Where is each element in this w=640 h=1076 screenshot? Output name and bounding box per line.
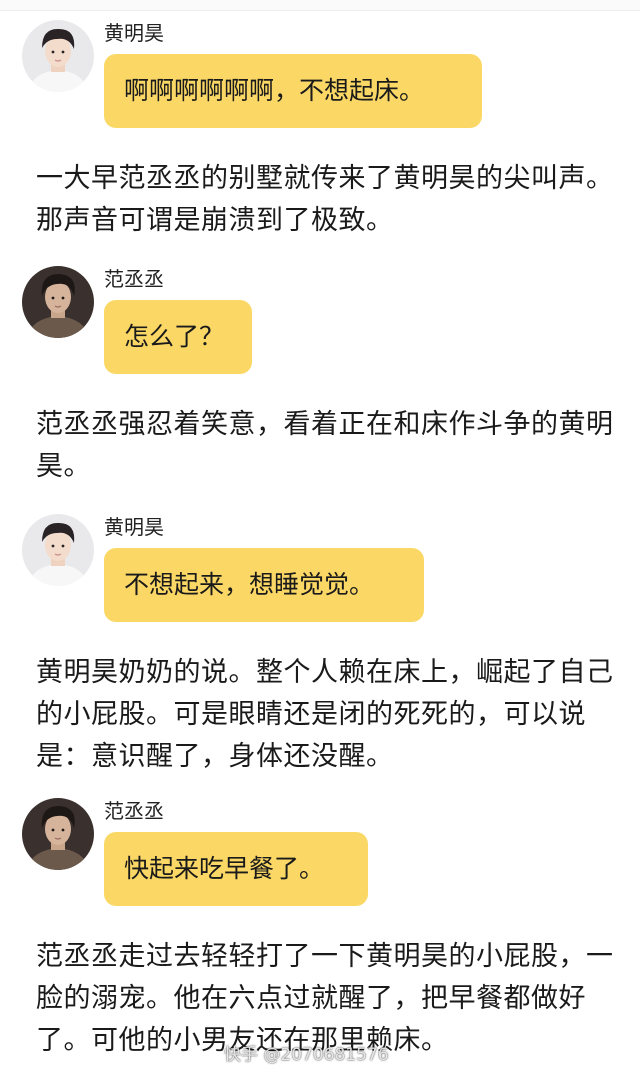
boy-portrait-dark-icon[interactable]	[22, 266, 94, 338]
chat-message: 黄明昊 不想起来，想睡觉觉。	[22, 514, 622, 634]
message-bubble: 快起来吃早餐了。	[104, 832, 368, 906]
message-bubble: 啊啊啊啊啊啊，不想起床。	[104, 54, 482, 128]
top-divider	[0, 0, 640, 11]
chat-message: 黄明昊 啊啊啊啊啊啊，不想起床。	[22, 20, 622, 140]
boy-portrait-light-icon[interactable]	[22, 514, 94, 586]
speaker-name: 范丞丞	[104, 799, 164, 823]
speaker-name: 黄明昊	[104, 21, 164, 45]
boy-portrait-light-icon[interactable]	[22, 20, 94, 92]
narration-paragraph: 范丞丞强忍着笑意，看着正在和床作斗争的黄明昊。	[36, 409, 614, 482]
message-bubble: 不想起来，想睡觉觉。	[104, 548, 424, 622]
speaker-name: 黄明昊	[104, 515, 164, 539]
narration-paragraph: 一大早范丞丞的别墅就传来了黄明昊的尖叫声。那声音可谓是崩溃到了极致。	[36, 163, 614, 236]
message-bubble: 怎么了？	[104, 300, 252, 374]
narration-paragraph: 黄明昊奶奶的说。整个人赖在床上，崛起了自己的小屁股。可是眼睛还是闭的死死的，可以…	[36, 657, 614, 772]
speaker-name: 范丞丞	[104, 267, 164, 291]
chat-message: 范丞丞 快起来吃早餐了。	[22, 798, 622, 918]
chat-message: 范丞丞 怎么了？	[22, 266, 622, 386]
watermark: 快手 @2070681576	[224, 1045, 389, 1065]
boy-portrait-dark-icon[interactable]	[22, 798, 94, 870]
